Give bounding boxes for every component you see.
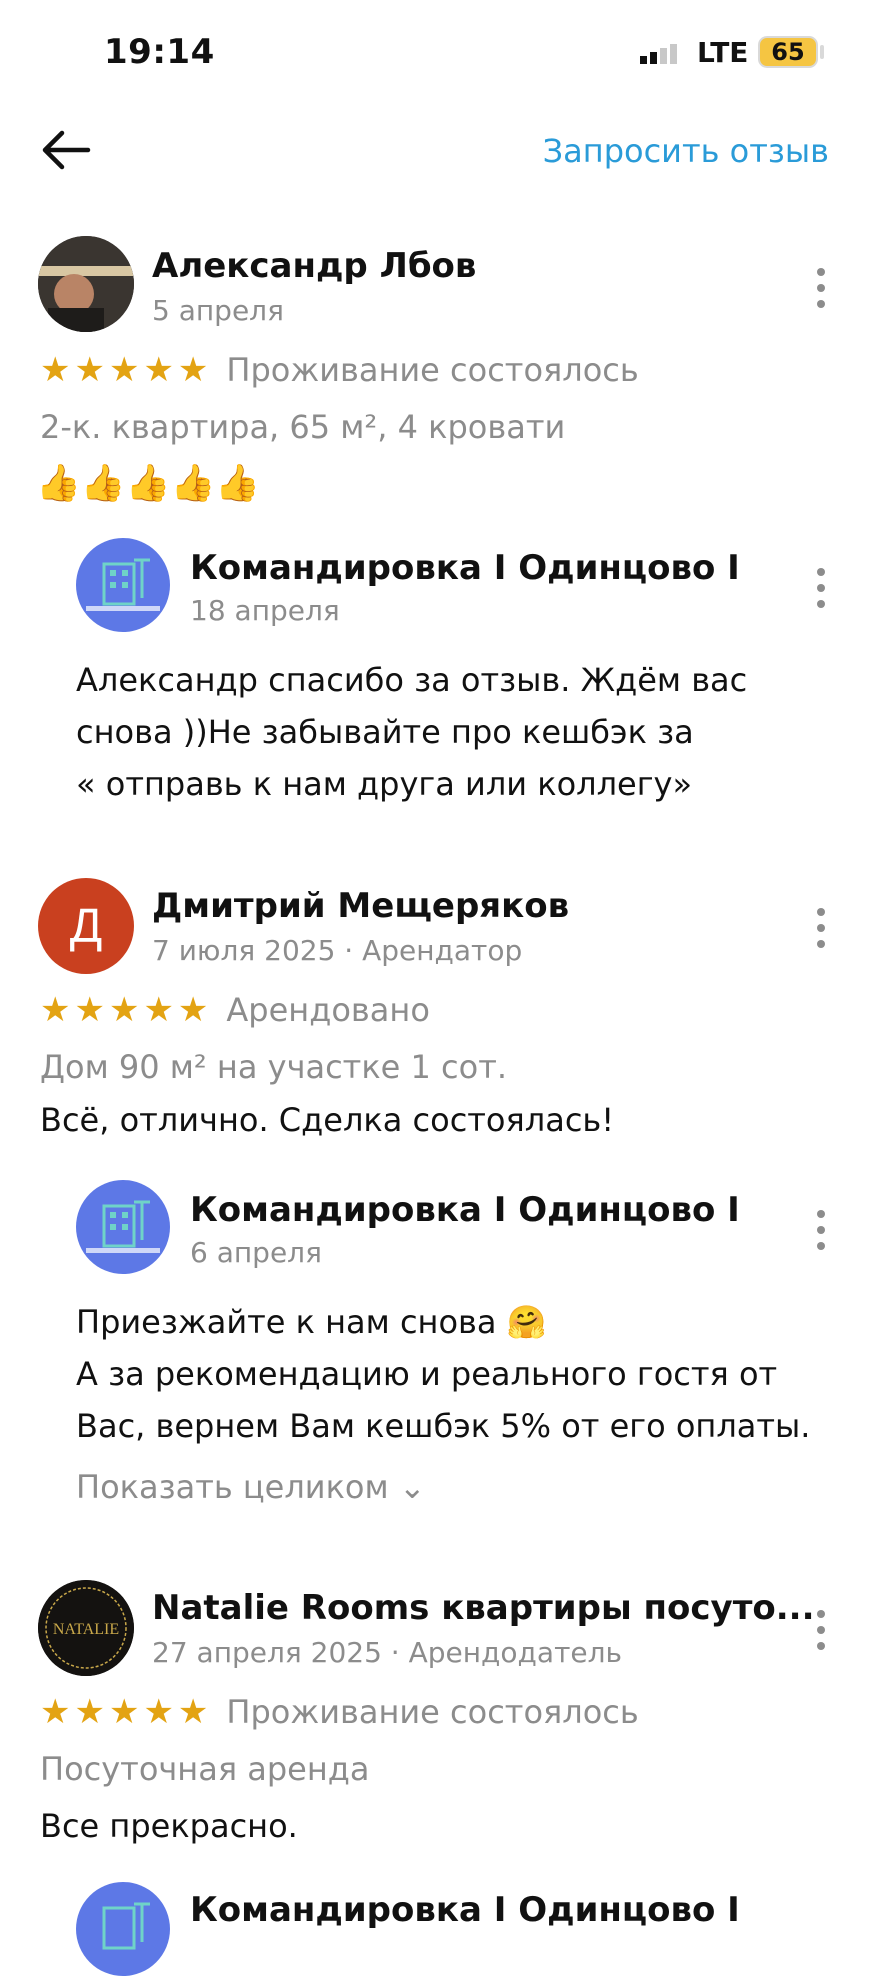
reply-avatar[interactable] — [76, 538, 170, 632]
building-icon — [102, 1902, 150, 1950]
review-card: NATALIE Natalie Rooms квартиры посуто...… — [0, 1580, 887, 1976]
battery-cap — [820, 45, 824, 59]
stay-status: Арендовано — [226, 991, 430, 1029]
rating-row: ★★★★★ Арендовано — [40, 990, 430, 1030]
top-nav: Запросить отзыв — [0, 110, 887, 190]
reply-more-options-icon[interactable] — [813, 568, 829, 608]
rating-stars: ★★★★★ — [40, 1692, 213, 1732]
building-icon — [86, 558, 160, 611]
more-options-icon[interactable] — [813, 908, 829, 948]
rating-row: ★★★★★ Проживание состоялось — [40, 1692, 639, 1732]
reviewer-name: Дмитрий Мещеряков — [152, 886, 570, 926]
stay-status: Проживание состоялось — [226, 351, 639, 389]
signal-icon — [640, 44, 677, 64]
reply-date: 18 апреля — [190, 594, 340, 627]
reply-author: Командировка I Одинцово I — [190, 1190, 740, 1230]
review-date: 5 апреля — [152, 294, 284, 327]
review-text: Все прекрасно. — [40, 1807, 298, 1845]
property-details: 2-к. квартира, 65 м², 4 кровати — [40, 408, 566, 446]
show-more-link[interactable]: Показать целиком ⌄ — [76, 1468, 426, 1506]
reply-line: Александр спасибо за отзыв. Ждём вас — [76, 661, 748, 699]
reply-line: А за рекомендацию и реального гостя от — [76, 1355, 778, 1393]
reviewer-name: Natalie Rooms квартиры посуто... — [152, 1588, 815, 1628]
reply-line: Приезжайте к нам снова 🤗 — [76, 1303, 547, 1341]
reply-author: Командировка I Одинцово I — [190, 1890, 740, 1930]
review-text: 👍👍👍👍👍 — [36, 463, 261, 504]
rating-row: ★★★★★ Проживание состоялось — [40, 350, 639, 390]
reply-text: Приезжайте к нам снова 🤗 А за рекомендац… — [76, 1296, 810, 1452]
property-details: Посуточная аренда — [40, 1750, 370, 1788]
status-time: 19:14 — [104, 32, 215, 72]
reply-avatar[interactable] — [76, 1180, 170, 1274]
avatar[interactable]: NATALIE — [38, 1580, 134, 1676]
status-bar: 19:14 LTE 65 — [0, 0, 887, 100]
reply-line: снова ))Не забывайте про кешбэк за — [76, 713, 694, 751]
request-review-link[interactable]: Запросить отзыв — [543, 132, 829, 170]
avatar-letter: Д — [69, 899, 103, 953]
reply-date: 6 апреля — [190, 1236, 322, 1269]
natalie-rooms-logo: NATALIE — [38, 1580, 134, 1676]
rating-stars: ★★★★★ — [40, 990, 213, 1030]
reply-line: « отправь к нам друга или коллегу» — [76, 765, 693, 803]
rating-stars: ★★★★★ — [40, 350, 213, 390]
reply-text: Александр спасибо за отзыв. Ждём вас сно… — [76, 654, 747, 810]
more-options-icon[interactable] — [813, 1610, 829, 1650]
battery-level: 65 — [771, 38, 805, 66]
review-text: Всё, отлично. Сделка состоялась! — [40, 1101, 615, 1139]
reply-author: Командировка I Одинцово I — [190, 548, 740, 588]
review-date: 27 апреля 2025 · Арендодатель — [152, 1636, 622, 1669]
property-details: Дом 90 м² на участке 1 сот. — [40, 1048, 508, 1086]
building-icon — [86, 1200, 160, 1253]
avatar[interactable] — [38, 236, 134, 332]
review-date: 7 июля 2025 · Арендатор — [152, 934, 523, 967]
review-card: Д Дмитрий Мещеряков 7 июля 2025 · Аренда… — [0, 878, 887, 1518]
review-card: Александр Лбов 5 апреля ★★★★★ Проживание… — [0, 236, 887, 836]
more-options-icon[interactable] — [813, 268, 829, 308]
reply-avatar[interactable] — [76, 1882, 170, 1976]
avatar[interactable]: Д — [38, 878, 134, 974]
reply-more-options-icon[interactable] — [813, 1210, 829, 1250]
reply-line: Вас, вернем Вам кешбэк 5% от его оплаты. — [76, 1407, 811, 1445]
avatar-photo — [38, 236, 134, 332]
network-type: LTE — [697, 36, 749, 69]
svg-text:NATALIE: NATALIE — [53, 1621, 119, 1638]
reviewer-name: Александр Лбов — [152, 246, 477, 286]
stay-status: Проживание состоялось — [226, 1693, 639, 1731]
arrow-left-icon[interactable] — [40, 128, 92, 172]
battery-icon: 65 — [758, 36, 818, 68]
